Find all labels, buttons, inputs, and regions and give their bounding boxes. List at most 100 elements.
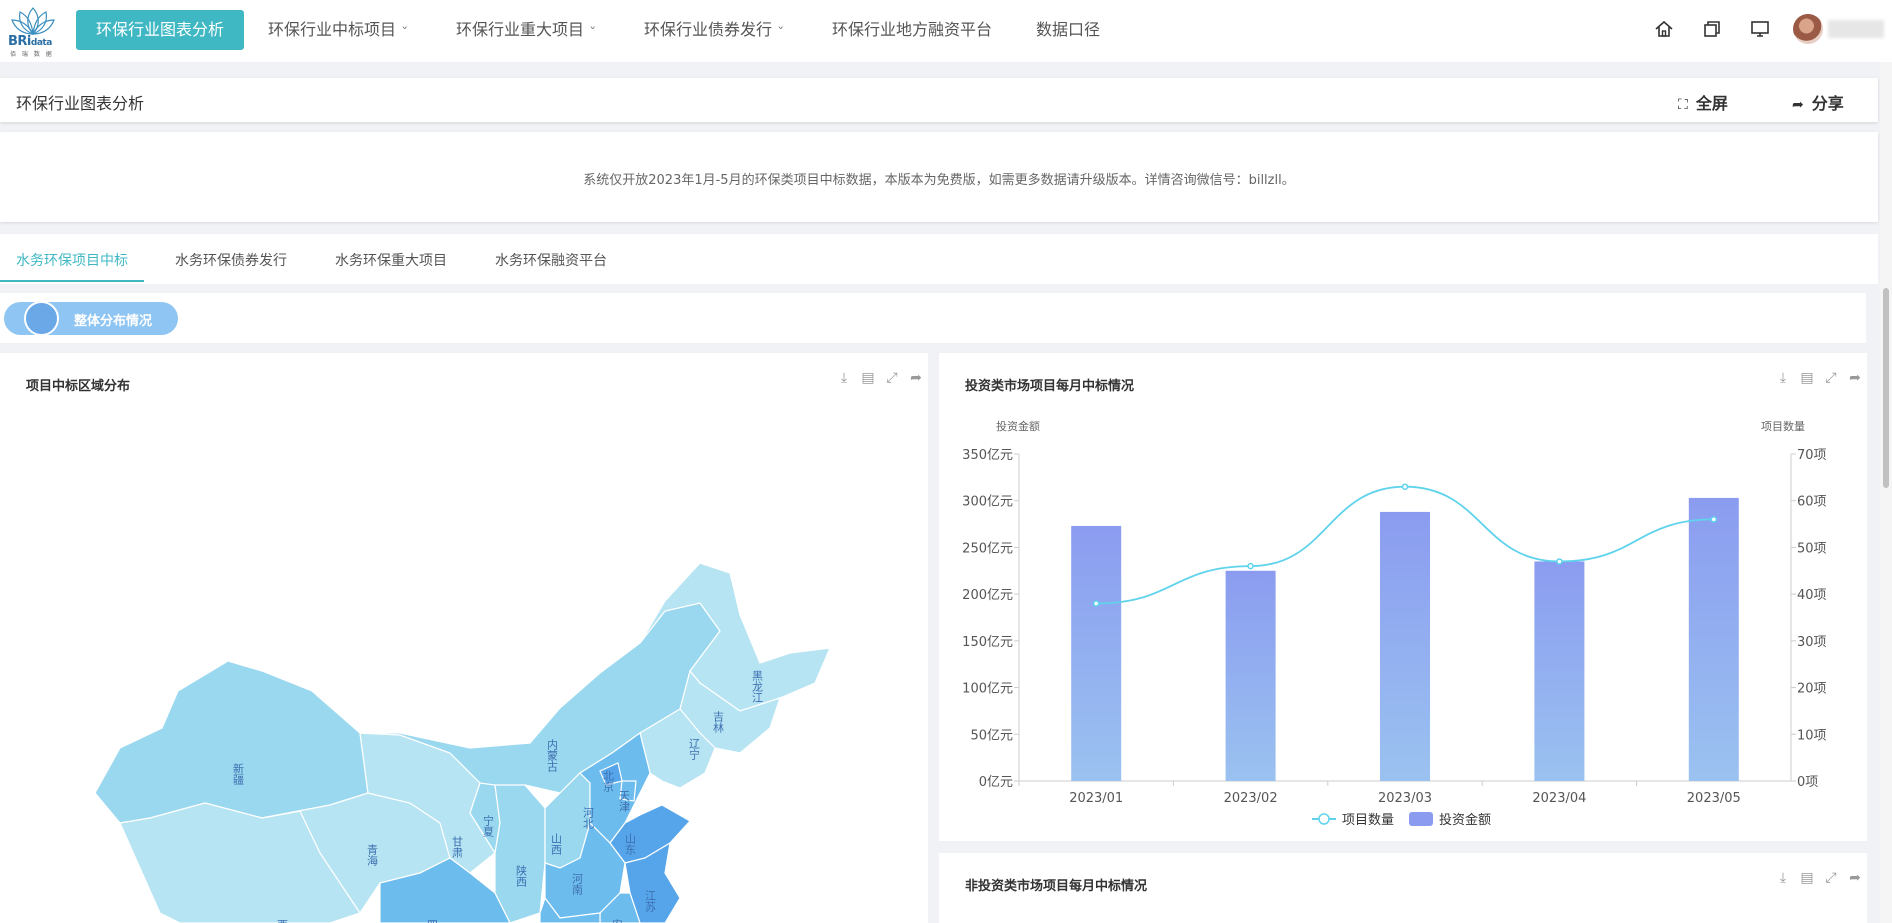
expand-icon[interactable]: ⤢ (1819, 870, 1843, 886)
map-label: 河南 (571, 873, 584, 895)
map-label: 新疆 (232, 762, 245, 785)
province-xinjiang (94, 660, 369, 824)
legend-line-dot (1318, 813, 1330, 825)
china-map[interactable]: 新疆青海 甘肃宁夏 内蒙古 黑龙江吉林辽宁北京天津河北山西 山东陕西 河南江苏安徽 西藏 四川 (0, 353, 928, 923)
overall-distribution-toggle[interactable]: 整体分布情况 (4, 301, 178, 336)
view-toggle-bar: 整体分布情况 (0, 293, 1866, 343)
map-label: 安徽 (611, 918, 624, 923)
non-invest-chart-panel: 非投资类市场项目每月中标情况 ⤓ ▤ ⤢ ➦ (939, 853, 1867, 923)
data-view-icon[interactable]: ▤ (1795, 870, 1819, 886)
y-tick-label-right: 40项 (1797, 588, 1827, 603)
page-title: 环保行业图表分析 (16, 94, 145, 113)
legend-item-amount[interactable]: 投资金额 (1439, 812, 1491, 828)
tab-water-bond-issuance[interactable]: 水务环保债券发行 (175, 250, 287, 270)
bar-invest-amount[interactable] (1380, 511, 1430, 781)
line-point-project-count[interactable] (1710, 516, 1718, 523)
map-label: 黑龙江 (751, 670, 764, 703)
notice-text: 系统仅开放2023年1月-5月的环保类项目中标数据，本版本为免费版，如需更多数据… (583, 173, 1295, 188)
legend-bar-marker (1409, 812, 1433, 826)
map-label: 陕西 (515, 864, 528, 887)
non-invest-chart-title: 非投资类市场项目每月中标情况 (965, 879, 1148, 894)
nav-item-chart-analysis[interactable]: 环保行业图表分析 (76, 10, 245, 50)
map-label: 四川 (426, 919, 439, 923)
y-tick-label-right: 50项 (1797, 541, 1827, 556)
bar-invest-amount[interactable] (1688, 497, 1739, 781)
chevron-down-icon: ˅ (589, 25, 597, 38)
nav-item-financing-platform[interactable]: 环保行业地方融资平台 (832, 10, 992, 50)
invest-chart-panel: 投资类市场项目每月中标情况 ⤓ ▤ ⤢ ➦ 投资金额 项目数量 0亿元 50亿元 100亿… (939, 353, 1867, 841)
tab-water-bid-projects[interactable]: 水务环保项目中标 (16, 250, 128, 270)
y-tick-label-left: 350亿元 (962, 448, 1013, 463)
chevron-down-icon: ˅ (401, 25, 409, 38)
avatar[interactable] (1793, 14, 1823, 44)
x-tick-label: 2023/01 (1069, 791, 1123, 806)
y-tick-label-right: 10项 (1797, 728, 1827, 743)
toggle-label: 整体分布情况 (74, 314, 153, 329)
map-label: 山东 (624, 833, 637, 855)
x-tick-label: 2023/02 (1224, 791, 1278, 806)
top-navbar: BRidata 佰 瑞 数 据 环保行业图表分析 环保行业中标项目 ˅ 环保行业重… (0, 0, 1892, 62)
x-tick-label: 2023/04 (1532, 791, 1586, 806)
map-label: 宁夏 (482, 814, 495, 837)
y-axis-left-label: 投资金额 (996, 419, 1040, 433)
line-point-project-count[interactable] (1556, 558, 1563, 565)
y-tick-label-left: 250亿元 (962, 541, 1013, 556)
map-panel: 项目中标区域分布 ⤓ ▤ ⤢ ➦ 新疆 青海 甘肃 宁夏 内蒙古 黑龙江 吉林 辽宁北 (0, 353, 928, 923)
bar-invest-amount[interactable] (1534, 561, 1585, 781)
nav-item-major-projects[interactable]: 环保行业重大项目 ˅ (456, 10, 596, 50)
y-tick-label-left: 0亿元 (979, 775, 1013, 790)
logo-subtext: 佰 瑞 数 据 (10, 51, 54, 58)
tab-water-major-projects[interactable]: 水务环保重大项目 (335, 250, 447, 270)
copy-icon[interactable] (1701, 18, 1723, 40)
map-label: 天津 (618, 790, 631, 812)
chart-legend: 项目数量 投资金额 (1312, 812, 1491, 828)
non-invest-toolbox: ⤓ ▤ ⤢ ➦ (1771, 870, 1867, 886)
monitor-icon[interactable] (1749, 18, 1771, 40)
nav-item-data-scope[interactable]: 数据口径 (1036, 10, 1100, 50)
page-scrollbar[interactable] (1880, 62, 1892, 923)
x-tick-label: 2023/05 (1687, 791, 1741, 806)
map-label: 山西 (550, 833, 563, 855)
logo-text: BRidata (8, 34, 52, 49)
y-tick-label-left: 200亿元 (962, 588, 1013, 603)
province-shaanxi (494, 784, 546, 923)
toggle-knob (24, 301, 59, 336)
y-tick-label-left: 50亿元 (970, 728, 1013, 743)
line-point-project-count[interactable] (1401, 483, 1409, 490)
home-icon[interactable] (1653, 18, 1675, 40)
bar-invest-amount[interactable] (1225, 570, 1276, 781)
y-tick-label-right: 0项 (1797, 775, 1818, 790)
share-icon: ➦ (1792, 97, 1804, 113)
line-point-project-count[interactable] (1247, 562, 1254, 570)
user-name-blurred[interactable] (1828, 20, 1884, 38)
chevron-down-icon: ˅ (777, 25, 785, 38)
map-label: 江苏 (644, 890, 657, 913)
y-tick-label-left: 300亿元 (962, 495, 1013, 510)
scrollbar-thumb[interactable] (1883, 288, 1889, 488)
map-label: 河北 (582, 807, 595, 829)
notice-banner: 系统仅开放2023年1月-5月的环保类项目中标数据，本版本为免费版，如需更多数据… (0, 132, 1878, 222)
download-icon[interactable]: ⤓ (1771, 870, 1795, 886)
share-icon[interactable]: ➦ (1843, 870, 1867, 886)
page-title-bar: 环保行业图表分析 ⛶ 全屏 ➦ 分享 (0, 78, 1878, 122)
sub-tab-bar: 水务环保项目中标 水务环保债券发行 水务环保重大项目 水务环保融资平台 (0, 234, 1878, 284)
share-button[interactable]: ➦ 分享 (1792, 90, 1844, 114)
bar-invest-amount[interactable] (1071, 525, 1122, 781)
nav-item-bid-projects[interactable]: 环保行业中标项目 ˅ (268, 10, 408, 50)
active-tab-indicator (0, 280, 144, 282)
nav-item-bond-issuance[interactable]: 环保行业债券发行 ˅ (644, 10, 784, 50)
line-point-project-count[interactable] (1092, 600, 1100, 607)
invest-chart[interactable]: 投资金额 项目数量 0亿元 50亿元 100亿元 150亿元 200亿元 250亿元 300… (939, 353, 1867, 841)
legend-item-count[interactable]: 项目数量 (1342, 813, 1394, 828)
tab-water-financing-platform[interactable]: 水务环保融资平台 (495, 250, 607, 270)
map-label: 辽宁 (688, 738, 701, 760)
fullscreen-button[interactable]: ⛶ 全屏 (1678, 90, 1728, 114)
y-tick-label-left: 100亿元 (962, 682, 1013, 697)
x-tick-label: 2023/03 (1378, 791, 1432, 806)
map-label: 甘肃 (451, 836, 464, 859)
y-tick-label-right: 20项 (1797, 682, 1827, 697)
y-tick-label-left: 150亿元 (962, 635, 1013, 650)
y-tick-label-right: 70项 (1797, 448, 1827, 463)
y-tick-label-right: 60项 (1797, 495, 1827, 510)
fullscreen-icon: ⛶ (1678, 97, 1688, 113)
